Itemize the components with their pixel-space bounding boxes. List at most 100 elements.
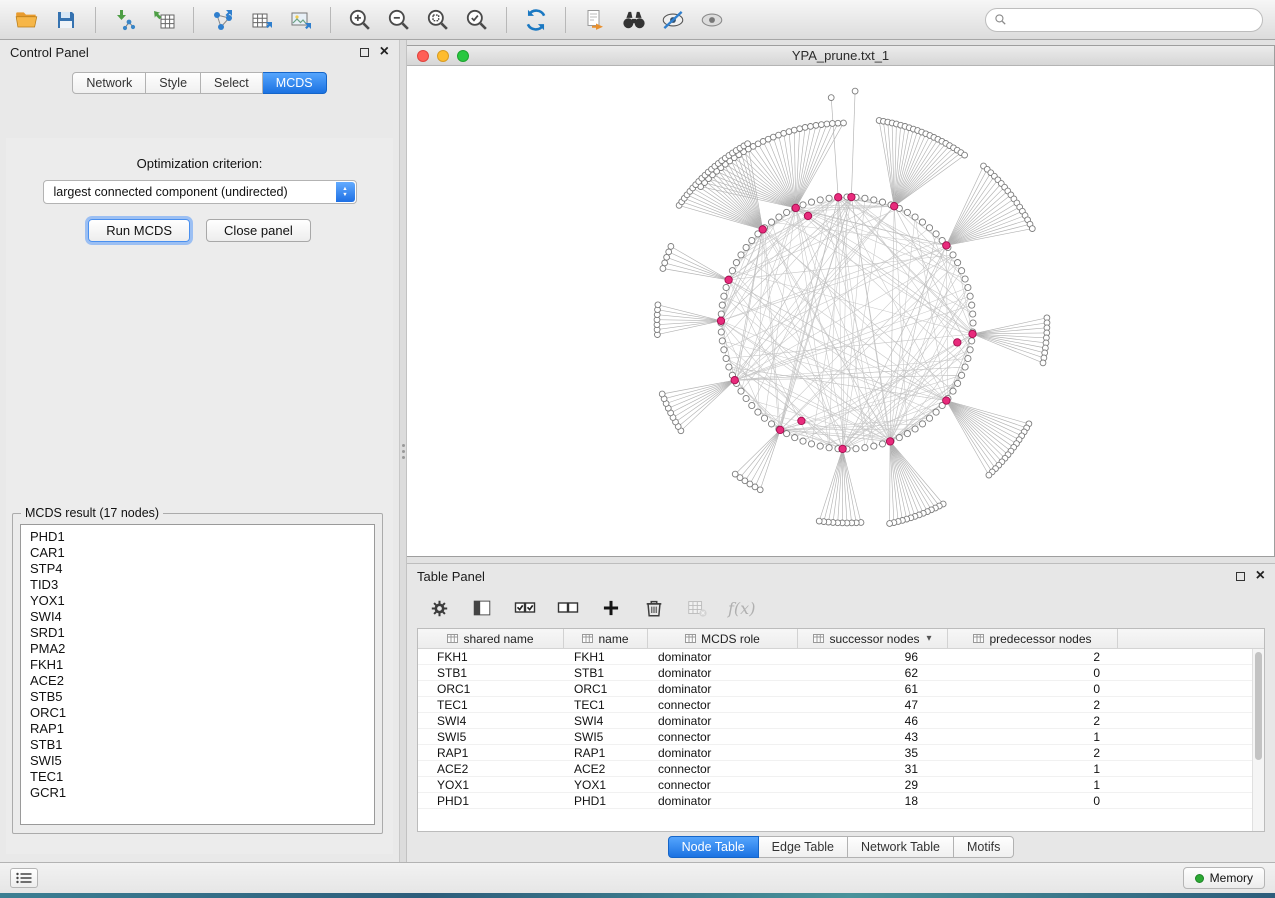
status-menu-button[interactable] — [10, 868, 38, 888]
zoom-selected-button[interactable] — [462, 5, 492, 35]
network-canvas[interactable] — [407, 66, 1274, 556]
hide-selected-button[interactable] — [658, 5, 688, 35]
table-cell: 96 — [798, 650, 948, 664]
column-grid-icon — [813, 634, 824, 643]
table-tab-network-table[interactable]: Network Table — [848, 836, 954, 858]
refresh-button[interactable] — [521, 5, 551, 35]
export-table-button[interactable] — [247, 5, 277, 35]
table-tab-motifs[interactable]: Motifs — [954, 836, 1014, 858]
mcds-result-item[interactable]: RAP1 — [30, 721, 374, 737]
table-row[interactable]: SWI5SWI5connector431 — [418, 729, 1252, 745]
panel-divider[interactable] — [400, 40, 407, 862]
table-cell: 2 — [948, 698, 1118, 712]
open-file-button[interactable] — [12, 5, 42, 35]
table-cell: FKH1 — [418, 650, 564, 664]
deselect-all-button[interactable] — [556, 596, 580, 620]
add-column-button[interactable] — [599, 596, 623, 620]
table-cell: SWI5 — [418, 730, 564, 744]
select-stepper-icon: ▲▼ — [336, 182, 355, 202]
float-table-panel-icon[interactable] — [1236, 572, 1245, 581]
float-panel-icon[interactable] — [360, 48, 369, 57]
table-row[interactable]: TEC1TEC1connector472 — [418, 697, 1252, 713]
table-cell: PHD1 — [564, 794, 648, 808]
import-network-button[interactable] — [110, 5, 140, 35]
column-grid-icon — [582, 634, 593, 643]
table-row[interactable]: ACE2ACE2connector311 — [418, 761, 1252, 777]
mcds-result-item[interactable]: GCR1 — [30, 785, 374, 801]
table-row[interactable]: YOX1YOX1connector291 — [418, 777, 1252, 793]
table-row[interactable]: ORC1ORC1dominator610 — [418, 681, 1252, 697]
search-box[interactable] — [985, 8, 1263, 32]
table-disabled-icon — [686, 597, 708, 619]
show-columns-button[interactable] — [470, 596, 494, 620]
tab-select[interactable]: Select — [201, 72, 263, 94]
mcds-result-item[interactable]: STB1 — [30, 737, 374, 753]
table-row[interactable]: STB1STB1dominator620 — [418, 665, 1252, 681]
tab-mcds[interactable]: MCDS — [263, 72, 327, 94]
export-image-button[interactable] — [286, 5, 316, 35]
share-document-button[interactable] — [580, 5, 610, 35]
scrollbar-thumb[interactable] — [1255, 652, 1262, 760]
control-panel: Control Panel × NetworkStyleSelectMCDS O… — [0, 40, 400, 862]
table-row[interactable]: SWI4SWI4dominator462 — [418, 713, 1252, 729]
run-mcds-button[interactable]: Run MCDS — [88, 219, 190, 242]
show-all-button[interactable] — [697, 5, 727, 35]
column-header-shared-name[interactable]: shared name — [418, 629, 564, 648]
table-tab-node-table[interactable]: Node Table — [668, 836, 759, 858]
mcds-result-item[interactable]: STB5 — [30, 689, 374, 705]
mcds-result-item[interactable]: SWI5 — [30, 753, 374, 769]
mcds-result-item[interactable]: CAR1 — [30, 545, 374, 561]
memory-button[interactable]: Memory — [1183, 867, 1265, 889]
mcds-result-item[interactable]: TID3 — [30, 577, 374, 593]
optimization-select[interactable]: largest connected component (undirected)… — [43, 180, 357, 204]
zoom-fit-button[interactable] — [423, 5, 453, 35]
table-cell: YOX1 — [564, 778, 648, 792]
export-network-button[interactable] — [208, 5, 238, 35]
column-header-MCDS-role[interactable]: MCDS role — [648, 629, 798, 648]
select-all-button[interactable] — [513, 596, 537, 620]
search-input[interactable] — [1012, 13, 1254, 27]
mcds-result-item[interactable]: YOX1 — [30, 593, 374, 609]
mcds-result-item[interactable]: TEC1 — [30, 769, 374, 785]
zoom-out-button[interactable] — [384, 5, 414, 35]
mcds-result-item[interactable]: PMA2 — [30, 641, 374, 657]
save-session-button[interactable] — [51, 5, 81, 35]
column-header-successor-nodes[interactable]: successor nodes▾ — [798, 629, 948, 648]
table-row[interactable]: PHD1PHD1dominator180 — [418, 793, 1252, 809]
table-cell: SWI4 — [418, 714, 564, 728]
column-header-name[interactable]: name — [564, 629, 648, 648]
mcds-result-item[interactable]: ORC1 — [30, 705, 374, 721]
mcds-result-item[interactable]: SWI4 — [30, 609, 374, 625]
table-options-button[interactable] — [427, 596, 451, 620]
mcds-result-list[interactable]: PHD1CAR1STP4TID3YOX1SWI4SRD1PMA2FKH1ACE2… — [20, 524, 375, 825]
toolbar-separator — [565, 7, 566, 33]
mcds-result-item[interactable]: FKH1 — [30, 657, 374, 673]
table-row[interactable]: FKH1FKH1dominator962 — [418, 649, 1252, 665]
table-cell: dominator — [648, 714, 798, 728]
table-scrollbar[interactable] — [1252, 649, 1264, 831]
close-panel-button[interactable]: Close panel — [206, 219, 311, 242]
close-table-panel-icon[interactable]: × — [1256, 571, 1265, 581]
import-table-button[interactable] — [149, 5, 179, 35]
zoom-in-button[interactable] — [345, 5, 375, 35]
optimization-label: Optimization criterion: — [6, 156, 393, 171]
mcds-result-item[interactable]: STP4 — [30, 561, 374, 577]
mcds-result-item[interactable]: PHD1 — [30, 529, 374, 545]
tab-style[interactable]: Style — [146, 72, 201, 94]
column-header-predecessor-nodes[interactable]: predecessor nodes — [948, 629, 1118, 648]
close-panel-icon[interactable]: × — [380, 47, 389, 57]
table-cell: dominator — [648, 666, 798, 680]
column-grid-icon — [447, 634, 458, 643]
network-window: YPA_prune.txt_1 — [407, 45, 1275, 557]
find-button[interactable] — [619, 5, 649, 35]
delete-column-button[interactable] — [642, 596, 666, 620]
table-header-row: shared namenameMCDS rolesuccessor nodes▾… — [418, 629, 1264, 649]
table-cell: dominator — [648, 650, 798, 664]
table-cell: dominator — [648, 746, 798, 760]
table-tab-edge-table[interactable]: Edge Table — [759, 836, 848, 858]
tab-network[interactable]: Network — [72, 72, 146, 94]
mcds-result-item[interactable]: SRD1 — [30, 625, 374, 641]
table-row[interactable]: RAP1RAP1dominator352 — [418, 745, 1252, 761]
columns-icon — [471, 597, 493, 619]
mcds-result-item[interactable]: ACE2 — [30, 673, 374, 689]
